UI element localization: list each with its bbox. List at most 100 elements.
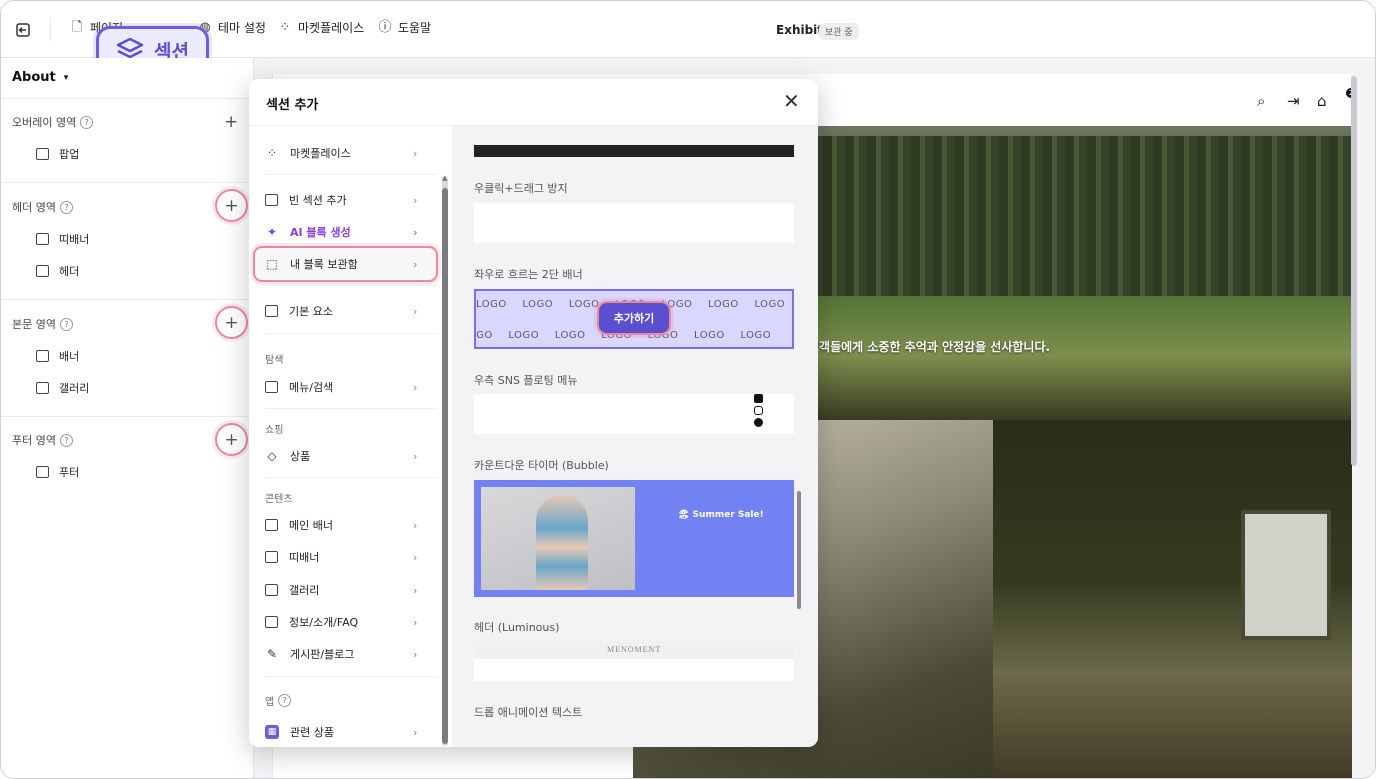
- category-label: 기본 요소: [289, 305, 333, 318]
- window-image: [1241, 510, 1331, 640]
- image-icon: [265, 584, 278, 596]
- block-preview-right-click[interactable]: [474, 203, 794, 243]
- category-label: 갤러리: [289, 584, 320, 597]
- divider: [1, 98, 254, 99]
- logo-text: LOGO: [554, 330, 586, 341]
- help-icon[interactable]: ?: [59, 200, 73, 214]
- help-icon[interactable]: ?: [59, 317, 73, 331]
- layer-label: 배너: [59, 350, 80, 363]
- layer-item-gallery[interactable]: 갤러리: [36, 380, 89, 396]
- layer-item-strip-banner[interactable]: 띠배너: [36, 231, 89, 247]
- image-icon: [36, 350, 49, 362]
- category-marketplace[interactable]: ⁘ 마켓플레이스 ›: [265, 145, 435, 161]
- banner-icon: [36, 233, 49, 245]
- gallery-image-lamp[interactable]: [993, 420, 1352, 778]
- block-preview-luminous-header[interactable]: MENOMENT: [474, 641, 794, 681]
- add-body-section-button[interactable]: +: [215, 306, 248, 339]
- layer-item-popup[interactable]: 팝업: [36, 146, 79, 162]
- layout-icon: [265, 194, 278, 206]
- divider: [265, 333, 437, 334]
- group-shopping: 쇼핑: [265, 425, 284, 436]
- block-thumbnail-strip[interactable]: [474, 145, 794, 157]
- category-basic[interactable]: 기본 요소 ›: [265, 303, 435, 319]
- marketplace-button[interactable]: ⁘ 마켓플레이스: [277, 19, 365, 36]
- category-scroll-thumb[interactable]: [442, 188, 448, 744]
- layer-item-header[interactable]: 헤더: [36, 263, 79, 279]
- theme-label: 테마 설정: [218, 21, 266, 35]
- category-gallery[interactable]: 갤러리 ›: [265, 582, 435, 598]
- block-title: 헤더 (Luminous): [474, 621, 560, 634]
- footer-icon: [36, 466, 49, 478]
- chevron-right-icon: ›: [413, 550, 418, 564]
- close-icon[interactable]: ✕: [783, 91, 800, 111]
- add-section-modal: 섹션 추가 ✕ ⁘ 마켓플레이스 › 빈 섹션 추가 › ✦ AI 블록 생성 …: [249, 79, 818, 747]
- category-menu-search[interactable]: 메뉴/검색 ›: [265, 379, 435, 395]
- logo-text: LOGO: [740, 330, 772, 341]
- help-button[interactable]: ⓘ 도움말: [377, 19, 431, 36]
- login-icon[interactable]: ⇥: [1287, 92, 1300, 110]
- layer-item-footer[interactable]: 푸터: [36, 464, 79, 480]
- add-footer-section-button[interactable]: +: [215, 423, 248, 456]
- category-related-products[interactable]: ▦ 관련 상품 ›: [265, 724, 435, 740]
- chevron-right-icon: ›: [413, 647, 418, 661]
- layer-item-banner[interactable]: 배너: [36, 348, 79, 364]
- body-area-heading: 본문 영역?: [12, 316, 73, 332]
- area-label: 오버레이 영역: [12, 116, 77, 129]
- category-label: 마켓플레이스: [290, 147, 351, 160]
- area-label: 푸터 영역: [12, 434, 56, 447]
- search-icon[interactable]: ⌕: [1257, 92, 1265, 110]
- category-label: AI 블록 생성: [290, 226, 351, 239]
- help-icon[interactable]: ?: [80, 115, 94, 129]
- category-my-blocks[interactable]: ⬚ 내 블록 보관함 ›: [265, 256, 435, 272]
- chevron-right-icon: ›: [413, 449, 418, 463]
- page-selector[interactable]: About ▾: [12, 70, 68, 85]
- chevron-right-icon: ›: [413, 380, 418, 394]
- category-product[interactable]: ◇ 상품 ›: [265, 448, 435, 464]
- category-list: ⁘ 마켓플레이스 › 빈 섹션 추가 › ✦ AI 블록 생성 › ⬚ 내 블록…: [249, 126, 452, 747]
- help-icon[interactable]: ?: [59, 433, 73, 447]
- exit-icon[interactable]: [15, 21, 33, 39]
- category-main-banner[interactable]: 메인 배너 ›: [265, 517, 435, 533]
- preview-scrollbar[interactable]: [797, 491, 801, 609]
- info-icon: [265, 616, 278, 628]
- category-label: 빈 섹션 추가: [289, 194, 347, 207]
- group-content: 콘텐츠: [265, 494, 293, 505]
- category-label: 게시판/블로그: [290, 648, 355, 661]
- layer-label: 헤더: [59, 265, 80, 278]
- site-title: Exhibit: [776, 23, 824, 37]
- add-header-section-button[interactable]: +: [215, 189, 248, 222]
- block-preview-two-row-banner[interactable]: LOGO LOGO LOGO LOGO LOGO LOGO LOGO LOGO …: [474, 289, 794, 349]
- divider: [1, 416, 254, 417]
- category-label: 메뉴/검색: [289, 381, 334, 394]
- category-strip-banner[interactable]: 띠배너 ›: [265, 549, 435, 565]
- marketplace-label: 마켓플레이스: [298, 21, 365, 35]
- block-preview-countdown[interactable]: 🏖 Summer Sale!: [474, 480, 794, 597]
- group-label: 앱: [265, 697, 275, 708]
- category-empty-section[interactable]: 빈 섹션 추가 ›: [265, 192, 435, 208]
- chevron-right-icon: ›: [413, 583, 418, 597]
- help-icon[interactable]: ?: [278, 694, 292, 707]
- add-block-button[interactable]: 추가하기: [599, 303, 669, 333]
- canvas-scrollbar[interactable]: [1351, 76, 1357, 466]
- divider: [265, 408, 437, 409]
- logo-text: LOGO: [476, 330, 493, 341]
- category-ai-block[interactable]: ✦ AI 블록 생성 ›: [265, 224, 435, 240]
- layer-label: 푸터: [59, 466, 80, 479]
- block-title: 드롭 애니메이션 텍스트: [474, 706, 583, 719]
- category-label: 메인 배너: [289, 519, 333, 532]
- block-title: 우측 SNS 플로팅 메뉴: [474, 374, 578, 387]
- category-info-faq[interactable]: 정보/소개/FAQ ›: [265, 614, 435, 630]
- image-icon: [36, 382, 49, 394]
- group-app: 앱?: [265, 693, 292, 708]
- popup-icon: [36, 148, 49, 160]
- footer-area-heading: 푸터 영역?: [12, 432, 73, 448]
- block-preview-sns-menu[interactable]: [474, 394, 794, 434]
- chevron-right-icon: ›: [413, 193, 418, 207]
- add-overlay-button[interactable]: +: [224, 114, 238, 131]
- category-board-blog[interactable]: ✎ 게시판/블로그 ›: [265, 646, 435, 662]
- category-label: 띠배너: [289, 551, 320, 564]
- chevron-right-icon: ›: [413, 615, 418, 629]
- scroll-up-icon[interactable]: ▲: [442, 174, 447, 182]
- chevron-right-icon: ›: [413, 225, 418, 239]
- cart-icon[interactable]: ⌂: [1317, 92, 1327, 110]
